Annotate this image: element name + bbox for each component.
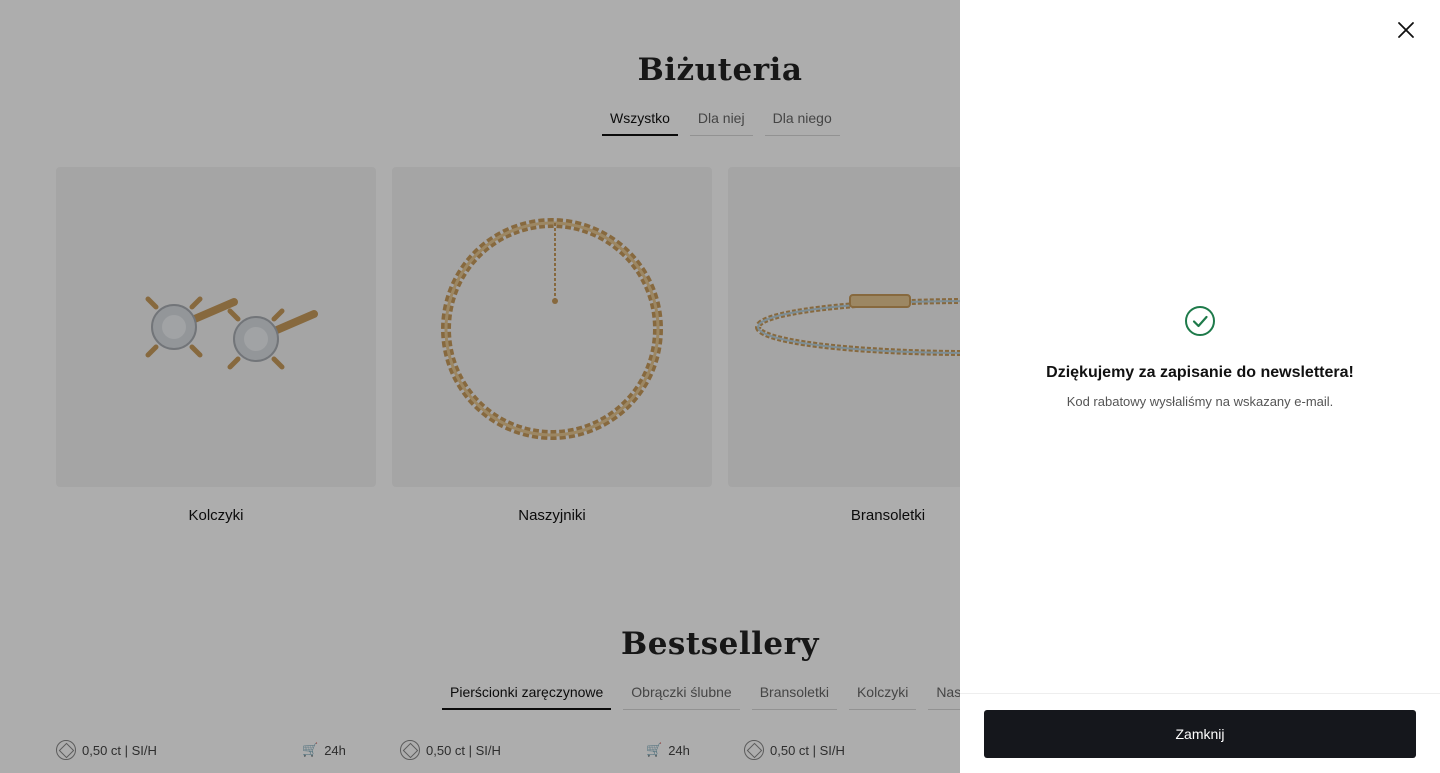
check-circle-icon [1185, 306, 1215, 336]
close-button[interactable]: Zamknij [984, 710, 1416, 758]
newsletter-drawer: Dziękujemy za zapisanie do newslettera! … [960, 0, 1440, 773]
success-message: Dziękujemy za zapisanie do newslettera! … [960, 305, 1440, 409]
success-text: Kod rabatowy wysłaliśmy na wskazany e-ma… [1066, 394, 1334, 409]
success-title: Dziękujemy za zapisanie do newslettera! [1046, 364, 1354, 381]
drawer-footer: Zamknij [960, 693, 1440, 773]
close-icon[interactable] [1396, 20, 1416, 40]
